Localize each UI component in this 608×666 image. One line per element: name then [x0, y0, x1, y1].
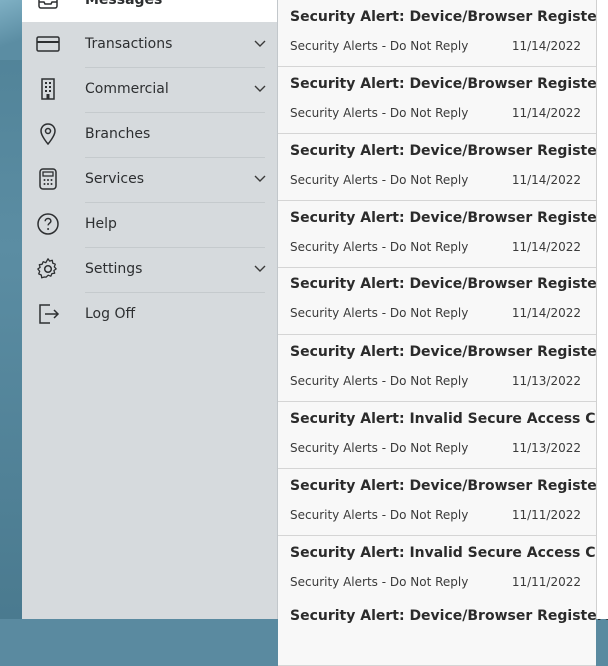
sidebar-item-branches[interactable]: Branches	[22, 112, 277, 156]
message-date: 11/13/2022	[511, 441, 581, 455]
chevron-down-icon[interactable]	[253, 37, 267, 51]
sidebar-nav: Messages Transactions Commercial Branche…	[22, 0, 278, 619]
chevron-down-icon[interactable]	[253, 172, 267, 186]
message-list: Security Alert: Device/Browser Registere…	[278, 0, 608, 666]
sidebar-item-commercial[interactable]: Commercial	[22, 67, 277, 111]
message-sender: Security Alerts - Do Not Reply	[290, 374, 469, 388]
message-date: 11/13/2022	[511, 374, 581, 388]
sidebar-item-label: Services	[85, 171, 145, 187]
sidebar-item-label: Log Off	[85, 306, 136, 322]
message-sender: Security Alerts - Do Not Reply	[290, 306, 469, 320]
credit-card-icon	[36, 32, 60, 56]
sidebar-item-label: Branches	[85, 126, 151, 142]
log-off-icon	[36, 302, 60, 326]
message-date: 11/14/2022	[511, 106, 581, 120]
message-list-item[interactable]: Security Alert: Device/Browser Registere…	[278, 599, 608, 666]
message-subject: Security Alert: Device/Browser Registere…	[290, 478, 608, 494]
message-subject: Security Alert: Device/Browser Registere…	[290, 276, 608, 292]
message-date: 11/11/2022	[511, 575, 581, 589]
message-list-item[interactable]: Security Alert: Invalid Secure Access Co…	[278, 536, 608, 603]
map-pin-icon	[36, 122, 60, 146]
message-subject: Security Alert: Invalid Secure Access Co…	[290, 545, 608, 561]
chevron-down-icon[interactable]	[253, 262, 267, 276]
chevron-down-icon[interactable]	[253, 82, 267, 96]
message-subject: Security Alert: Device/Browser Registere…	[290, 9, 608, 25]
background-strip	[0, 0, 22, 619]
message-date: 11/11/2022	[511, 508, 581, 522]
message-subject: Security Alert: Device/Browser Registere…	[290, 210, 608, 226]
message-sender: Security Alerts - Do Not Reply	[290, 39, 469, 53]
message-date: 11/14/2022	[511, 240, 581, 254]
message-subject: Security Alert: Device/Browser Registere…	[290, 344, 608, 360]
message-sender: Security Alerts - Do Not Reply	[290, 441, 469, 455]
content-area-edge	[597, 0, 608, 619]
message-sender: Security Alerts - Do Not Reply	[290, 240, 469, 254]
message-subject: Security Alert: Device/Browser Registere…	[290, 608, 608, 624]
sidebar-item-label: Settings	[85, 261, 143, 277]
building-icon	[36, 77, 60, 101]
sidebar-item-log-off[interactable]: Log Off	[22, 292, 277, 336]
sidebar-item-services[interactable]: Services	[22, 157, 277, 201]
messages-icon	[36, 0, 60, 12]
sidebar-item-label: Help	[85, 216, 117, 232]
sidebar-item-settings[interactable]: Settings	[22, 247, 277, 291]
message-list-item[interactable]: Security Alert: Device/Browser Registere…	[278, 469, 608, 536]
message-list-item[interactable]: Security Alert: Device/Browser Registere…	[278, 268, 608, 335]
sidebar-item-help[interactable]: Help	[22, 202, 277, 246]
gear-icon	[36, 257, 60, 281]
sidebar-item-transactions[interactable]: Transactions	[22, 22, 277, 66]
message-date: 11/14/2022	[511, 306, 581, 320]
message-date: 11/14/2022	[511, 173, 581, 187]
message-list-item[interactable]: Security Alert: Invalid Secure Access Co…	[278, 402, 608, 469]
message-sender: Security Alerts - Do Not Reply	[290, 173, 469, 187]
message-date: 11/14/2022	[511, 39, 581, 53]
help-icon	[36, 212, 60, 236]
message-list-item[interactable]: Security Alert: Device/Browser Registere…	[278, 335, 608, 402]
message-list-item[interactable]: Security Alert: Device/Browser Registere…	[278, 0, 608, 67]
message-sender: Security Alerts - Do Not Reply	[290, 575, 469, 589]
message-list-item[interactable]: Security Alert: Device/Browser Registere…	[278, 67, 608, 134]
message-subject: Security Alert: Invalid Secure Access Co…	[290, 411, 608, 427]
sidebar-item-label: Messages	[85, 0, 163, 8]
message-subject: Security Alert: Device/Browser Registere…	[290, 143, 608, 159]
message-sender: Security Alerts - Do Not Reply	[290, 508, 469, 522]
message-list-item[interactable]: Security Alert: Device/Browser Registere…	[278, 201, 608, 268]
message-sender: Security Alerts - Do Not Reply	[290, 106, 469, 120]
message-list-item[interactable]: Security Alert: Device/Browser Registere…	[278, 134, 608, 201]
sidebar-item-label: Commercial	[85, 81, 169, 97]
sidebar-item-label: Transactions	[85, 36, 173, 52]
calculator-icon	[36, 167, 60, 191]
sidebar-item-messages[interactable]: Messages	[22, 0, 277, 22]
background-wave	[0, 0, 22, 60]
message-subject: Security Alert: Device/Browser Registere…	[290, 76, 608, 92]
